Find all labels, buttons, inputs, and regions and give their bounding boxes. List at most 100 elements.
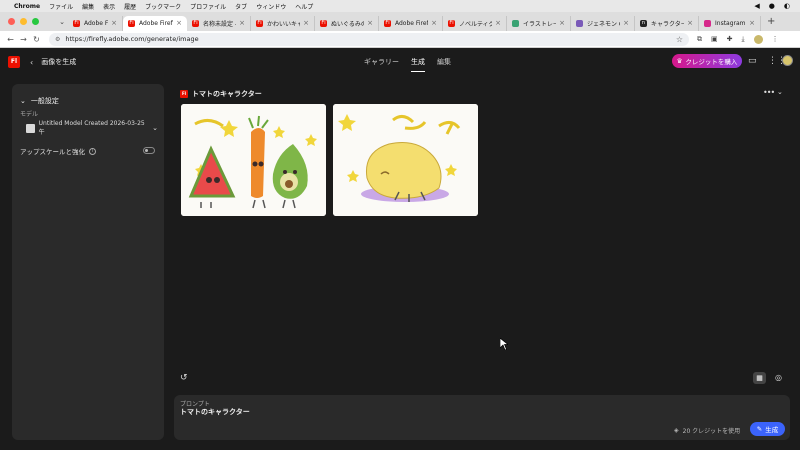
user-icon[interactable]: ◐ (784, 2, 790, 10)
chevron-down-icon[interactable]: ⌄ (777, 88, 783, 96)
download-icon[interactable]: ⤓ (742, 35, 745, 44)
upscale-row: アップスケールと強化 i (20, 146, 96, 156)
browser-tab[interactable]: nキャラクターデ× (635, 15, 699, 31)
browser-tab[interactable]: FlAdobe Firefly× (68, 15, 123, 31)
tab-close-icon[interactable]: × (495, 19, 501, 27)
menu-bookmarks[interactable]: ブックマーク (145, 2, 181, 11)
general-settings-title: 一般設定 (30, 97, 59, 105)
close-window-icon[interactable] (8, 18, 15, 25)
macos-menubar: Chrome ファイル 編集 表示 履歴 ブックマーク プロファイル タブ ウィ… (0, 0, 800, 12)
info-icon[interactable]: i (89, 147, 96, 155)
address-input[interactable]: ⚙ https://firefly.adobe.com/generate/ima… (49, 32, 689, 46)
tab-favicon-icon: Fl (73, 19, 80, 27)
tab-strip: ⌄ FlAdobe Firefly× FlAdobe Firefly× Fl名称… (0, 12, 800, 31)
nav-generate[interactable]: 生成 (411, 48, 425, 76)
control-center-icon[interactable]: ● (769, 2, 775, 10)
menu-history[interactable]: 履歴 (124, 2, 136, 11)
bookmark-star-icon[interactable]: ☆ (676, 35, 683, 44)
grid-view-icon[interactable]: ▦ (753, 372, 766, 384)
browser-tab[interactable]: Flノベルティグッ× (443, 15, 507, 31)
tab-close-icon[interactable]: × (559, 19, 565, 27)
tab-close-icon[interactable]: × (303, 19, 309, 27)
tab-close-icon[interactable]: × (367, 19, 373, 27)
back-icon[interactable]: ← (4, 35, 17, 44)
browser-tab[interactable]: Fl名称未設定 - 20× (187, 15, 251, 31)
browser-menu-icon[interactable]: ⋮ (772, 35, 779, 43)
back-chevron-icon[interactable]: ‹ (30, 58, 33, 67)
feedback-icon[interactable]: ▭ (748, 56, 757, 66)
crown-icon: ♛ (676, 57, 683, 65)
credit-usage-text: 20 クレジットを使用 (682, 428, 741, 435)
potato-character-image (333, 104, 478, 216)
browser-tab[interactable]: ジェネモン Gen× (571, 15, 635, 31)
page-title: 画像を生成 (41, 58, 77, 66)
tab-close-icon[interactable]: × (431, 19, 437, 27)
more-options-icon[interactable]: ••• (763, 88, 775, 97)
window-controls (0, 18, 56, 25)
user-avatar[interactable] (782, 55, 793, 66)
buy-credits-label: クレジットを購入 (685, 58, 738, 66)
tab-close-icon[interactable]: × (239, 19, 245, 27)
browser-tab[interactable]: Flぬいぐるみの形× (315, 15, 379, 31)
tab-search-icon[interactable]: ⌄ (56, 18, 68, 26)
tab-favicon-icon: n (640, 19, 647, 27)
puzzle-icon[interactable]: ✚ (727, 35, 733, 43)
menu-tab[interactable]: タブ (235, 2, 247, 11)
tab-close-icon[interactable]: × (749, 19, 755, 27)
model-select[interactable]: Untitled Model Created 2026-03-25 午 ⌄ (26, 120, 158, 136)
browser-tab[interactable]: イラストレーテ× (507, 15, 571, 31)
tab-close-icon[interactable]: × (687, 19, 693, 27)
menu-help[interactable]: ヘルプ (295, 2, 313, 11)
tab-close-icon[interactable]: × (111, 19, 117, 27)
app-header: Fl ‹ 画像を生成 ギャラリー 生成 編集 ♛ クレジットを購入 ▭ ⋮⋮ (0, 48, 800, 76)
buy-credits-button[interactable]: ♛ クレジットを購入 (672, 54, 742, 68)
menu-app-name[interactable]: Chrome (14, 3, 40, 10)
firefly-mini-icon: Fl (180, 90, 188, 98)
menu-file[interactable]: ファイル (49, 2, 73, 11)
browser-tab[interactable]: FlAdobe Firefly× (379, 15, 443, 31)
address-toolbar: ← → ↻ ⚙ https://firefly.adobe.com/genera… (0, 31, 800, 48)
browser-tab[interactable]: Flかわいいキャラ× (251, 15, 315, 31)
tab-favicon-icon: Fl (448, 19, 455, 27)
model-thumbnail (26, 123, 35, 133)
site-info-icon[interactable]: ⚙ (55, 36, 60, 43)
menu-edit[interactable]: 編集 (82, 2, 94, 11)
history-icon[interactable]: ↺ (180, 373, 188, 383)
tab-favicon-icon: Fl (320, 19, 327, 27)
tab-close-icon[interactable]: × (176, 19, 182, 27)
mouse-cursor-icon (500, 338, 508, 350)
options-icon[interactable]: ◎ (775, 373, 782, 382)
tab-favicon-icon (704, 19, 711, 27)
nav-edit[interactable]: 編集 (437, 48, 451, 76)
chevron-down-icon: ⌄ (20, 97, 26, 105)
header-nav: ギャラリー 生成 編集 (364, 48, 451, 76)
vegetable-characters-image (181, 104, 326, 216)
menu-view[interactable]: 表示 (103, 2, 115, 11)
upscale-toggle[interactable] (143, 147, 155, 154)
reload-icon[interactable]: ↻ (30, 35, 43, 44)
general-settings-header[interactable]: ⌄ 一般設定 (20, 96, 59, 106)
browser-tab-active[interactable]: FlAdobe Firefly× (123, 15, 187, 31)
media-icon[interactable]: ◀ (754, 2, 759, 10)
new-tab-icon[interactable]: + (767, 16, 775, 27)
browser-tab[interactable]: Instagram × (699, 15, 761, 31)
zoom-window-icon[interactable] (32, 18, 39, 25)
url-text: https://firefly.adobe.com/generate/image (65, 35, 199, 43)
prompt-panel: プロンプト トマトのキャラクター ◈ 20 クレジットを使用 ✎ 生成 (174, 395, 790, 440)
credit-icon: ◈ (674, 427, 679, 434)
generate-button[interactable]: ✎ 生成 (750, 422, 785, 436)
translate-icon[interactable]: ⧉ (697, 35, 702, 44)
menu-window[interactable]: ウィンドウ (256, 2, 286, 11)
generated-image[interactable] (181, 104, 326, 216)
profile-avatar[interactable] (753, 34, 763, 44)
generated-image[interactable] (333, 104, 478, 216)
tab-close-icon[interactable]: × (623, 19, 629, 27)
nav-gallery[interactable]: ギャラリー (364, 48, 399, 76)
extension-icon[interactable]: ▣ (711, 35, 718, 43)
menu-profiles[interactable]: プロファイル (190, 2, 226, 11)
tab-favicon-icon: Fl (128, 19, 135, 27)
firefly-logo[interactable]: Fl (8, 56, 20, 68)
prompt-input[interactable]: トマトのキャラクター (180, 407, 250, 417)
forward-icon[interactable]: → (17, 35, 30, 44)
minimize-window-icon[interactable] (20, 18, 27, 25)
